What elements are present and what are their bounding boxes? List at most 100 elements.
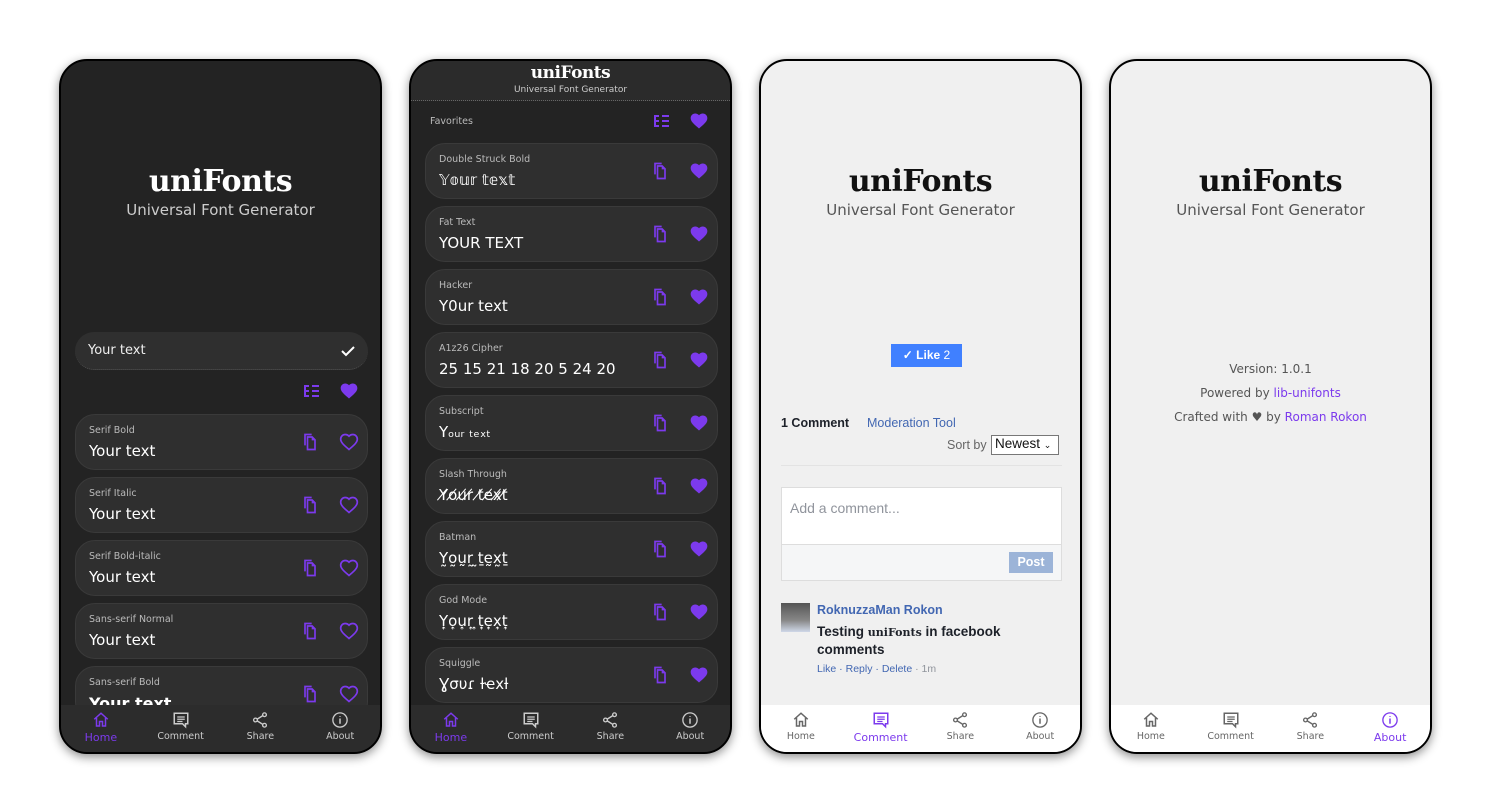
font-card[interactable]: A1z26 Cipher 25 15 21 18 20 5 24 20 [425, 332, 718, 388]
copy-icon[interactable] [300, 495, 320, 515]
comment-input[interactable]: Add a comment... [782, 488, 1061, 545]
copy-icon[interactable] [650, 224, 670, 244]
sort-select[interactable]: Newest ⌄ [991, 435, 1059, 455]
app-logo: uniFonts [1198, 164, 1343, 199]
copy-icon[interactable] [300, 621, 320, 641]
text-input[interactable]: Your text [75, 332, 368, 370]
check-icon[interactable] [340, 343, 356, 359]
nav-label: Comment [1207, 731, 1254, 742]
header: uniFonts Universal Font Generator [411, 61, 730, 101]
copy-icon[interactable] [650, 161, 670, 181]
share-icon [603, 712, 618, 728]
comment-author[interactable]: RoknuzzaMan Rokon [817, 603, 943, 617]
copy-icon[interactable] [300, 558, 320, 578]
moderation-tool-link[interactable]: Moderation Tool [867, 416, 956, 430]
font-card[interactable]: Sans-serif Normal Your text [75, 603, 368, 659]
sort-list-icon[interactable] [301, 381, 321, 401]
font-card[interactable]: Double Struck Bold 𝕐𝕠𝕦𝕣 𝕥𝕖𝕩𝕥 [425, 143, 718, 199]
check-icon: ✓ [902, 348, 917, 362]
font-preview-text: Ɣσυɾ ƚҽxƚ [439, 675, 509, 693]
avatar[interactable] [781, 603, 810, 632]
font-preview-text: YOUR TEXT [439, 234, 524, 252]
heart-filled-icon[interactable] [689, 665, 709, 685]
heart-filled-icon[interactable] [689, 539, 709, 559]
nav-item-home[interactable]: Home [1111, 705, 1191, 752]
copy-icon[interactable] [650, 476, 670, 496]
heart-outline-icon[interactable] [339, 621, 359, 641]
lib-unifonts-link[interactable]: lib-unifonts [1270, 386, 1341, 400]
nav-item-comment[interactable]: Comment [491, 705, 571, 752]
nav-item-share[interactable]: Share [1271, 705, 1351, 752]
like-button[interactable]: ✓ Like 2 [891, 344, 962, 367]
font-style-label: Fat Text [439, 217, 476, 228]
copy-icon[interactable] [650, 413, 670, 433]
favorites-title: Favorites [430, 116, 473, 127]
sort-list-icon[interactable] [651, 111, 671, 131]
copy-icon[interactable] [650, 665, 670, 685]
nav-item-home[interactable]: Home [61, 705, 141, 752]
font-card[interactable]: Subscript Yₒᵤᵣ ₜₑₓₜ [425, 395, 718, 451]
copy-icon[interactable] [650, 602, 670, 622]
font-style-label: Batman [439, 532, 477, 543]
comment-reply-link[interactable]: Reply [846, 663, 873, 675]
font-card[interactable]: Fat Text YOUR TEXT [425, 206, 718, 262]
font-style-label: Sans-serif Bold [89, 677, 160, 688]
font-card[interactable]: God Mode Y͎o͎u͎r͎ ͎t͎e͎x͎t͎ [425, 584, 718, 640]
app-subtitle: Universal Font Generator [1176, 201, 1365, 219]
nav-item-share[interactable]: Share [571, 705, 651, 752]
nav-item-home[interactable]: Home [411, 705, 491, 752]
copy-icon[interactable] [300, 684, 320, 704]
nav-item-home[interactable]: Home [761, 705, 841, 752]
sort-by-label: Sort by [947, 438, 987, 452]
nav-item-comment[interactable]: Comment [1191, 705, 1271, 752]
heart-filled-icon[interactable] [689, 161, 709, 181]
heart-outline-icon[interactable] [339, 432, 359, 452]
font-card[interactable]: Batman Y̰o̰ṵr̰ ̰ṯḛx̰ṯ [425, 521, 718, 577]
author-link[interactable]: Roman Rokon [1285, 410, 1367, 424]
font-card[interactable]: Hacker Y0ur text [425, 269, 718, 325]
copy-icon[interactable] [650, 350, 670, 370]
copy-icon[interactable] [650, 287, 670, 307]
nav-item-about[interactable]: About [1000, 705, 1080, 752]
heart-filled-icon[interactable] [689, 224, 709, 244]
post-button[interactable]: Post [1009, 552, 1053, 573]
copy-icon[interactable] [650, 539, 670, 559]
nav-label: Share [946, 731, 975, 742]
nav-item-about[interactable]: About [650, 705, 730, 752]
heart-outline-icon[interactable] [339, 558, 359, 578]
font-card[interactable]: Serif Bold-italic Your text [75, 540, 368, 596]
powered-by-label: Powered by [1200, 386, 1270, 400]
font-style-label: Serif Bold-italic [89, 551, 161, 562]
nav-item-about[interactable]: About [300, 705, 380, 752]
share-icon [1303, 712, 1318, 728]
heart-filled-icon[interactable] [689, 476, 709, 496]
font-card[interactable]: Serif Italic Your text [75, 477, 368, 533]
heart-filled-icon[interactable] [689, 413, 709, 433]
heart-filled-icon[interactable] [689, 287, 709, 307]
favorites-heart-icon[interactable] [689, 111, 709, 131]
font-style-label: Hacker [439, 280, 473, 291]
nav-item-share[interactable]: Share [221, 705, 301, 752]
comment-like-link[interactable]: Like [817, 663, 836, 675]
nav-item-comment[interactable]: Comment [141, 705, 221, 752]
app-subtitle: Universal Font Generator [513, 85, 628, 95]
font-card[interactable]: Slash Through Y̸o̸u̸r̸ t̸e̸x̸t̸ [425, 458, 718, 514]
heart-outline-icon[interactable] [339, 684, 359, 704]
copy-icon[interactable] [300, 432, 320, 452]
heart-filled-icon[interactable] [689, 350, 709, 370]
nav-label: About [1373, 731, 1407, 744]
font-card[interactable]: Squiggle Ɣσυɾ ƚҽxƚ [425, 647, 718, 703]
font-card[interactable]: Serif Bold Your text [75, 414, 368, 470]
nav-item-about[interactable]: About [1350, 705, 1430, 752]
font-style-label: Double Struck Bold [439, 154, 531, 165]
bottom-nav: Home Comment Share About [1111, 705, 1430, 752]
nav-item-comment[interactable]: Comment [841, 705, 921, 752]
nav-label: Comment [157, 731, 204, 742]
nav-item-share[interactable]: Share [921, 705, 1001, 752]
heart-filled-icon[interactable] [689, 602, 709, 622]
comment-delete-link[interactable]: Delete [882, 663, 912, 675]
font-preview-text: Y̰o̰ṵr̰ ̰ṯḛx̰ṯ [439, 549, 508, 567]
font-preview-text: Y0ur text [439, 297, 508, 315]
heart-outline-icon[interactable] [339, 495, 359, 515]
favorites-heart-icon[interactable] [339, 381, 359, 401]
